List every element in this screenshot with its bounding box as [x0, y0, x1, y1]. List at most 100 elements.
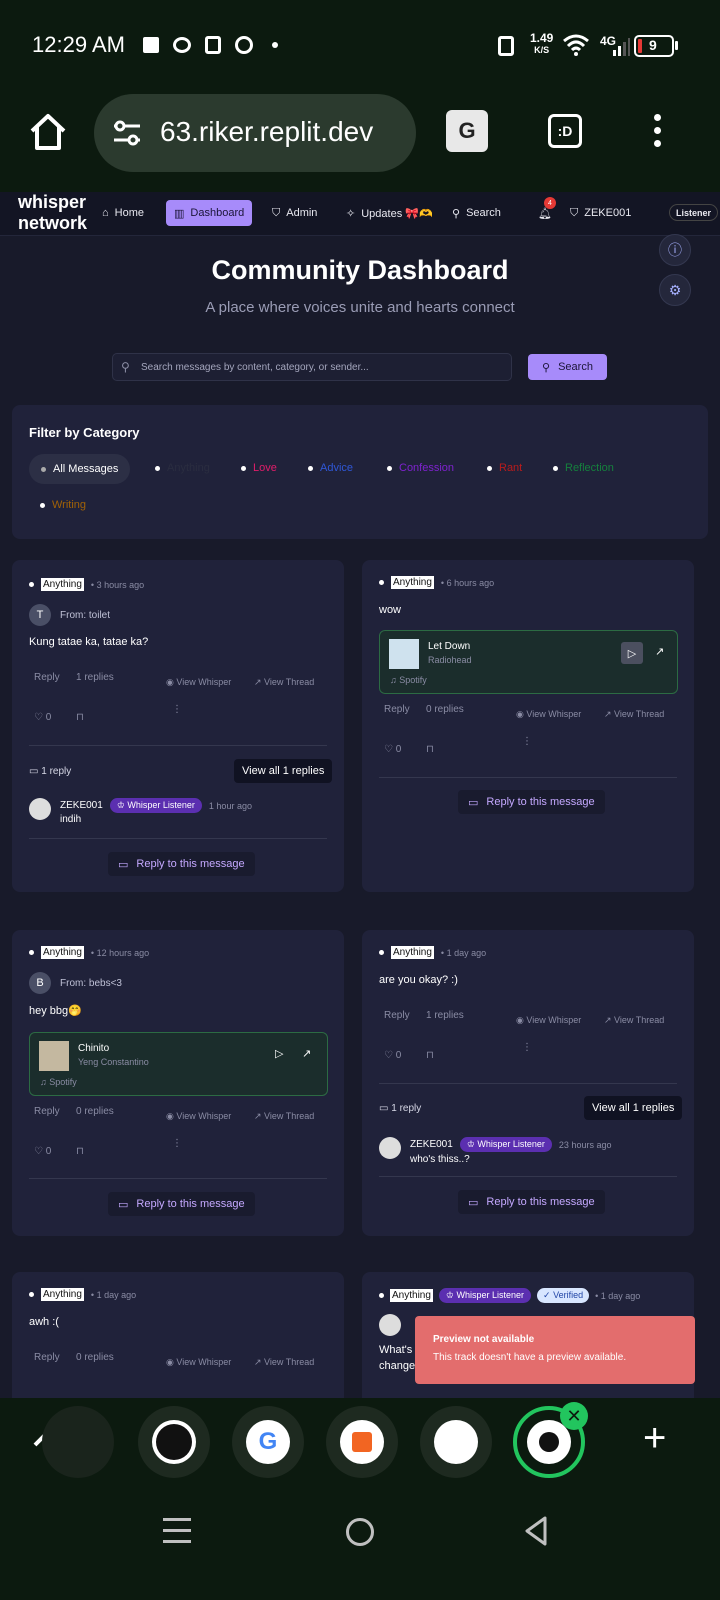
- tab-blank[interactable]: [420, 1406, 492, 1478]
- view-whisper-link[interactable]: ◉ View Whisper: [166, 1357, 231, 1368]
- site-settings-icon[interactable]: [112, 120, 142, 146]
- like-button[interactable]: ♡ 0: [34, 1146, 51, 1157]
- chart-icon: ▥: [174, 207, 185, 220]
- category-love[interactable]: Love: [241, 462, 277, 474]
- category-dot: [553, 465, 558, 471]
- spotify-embed: Chinito Yeng Constantino ▷ ↗ ♫ Spotify: [29, 1032, 328, 1096]
- view-thread-link[interactable]: ↗ View Thread: [254, 1111, 314, 1122]
- view-whisper-link[interactable]: ◉ View Whisper: [166, 677, 231, 688]
- home-nav-button-icon[interactable]: [346, 1518, 374, 1546]
- category-writing[interactable]: Writing: [40, 499, 86, 511]
- reply-to-message-button[interactable]: ▭ Reply to this message: [108, 852, 255, 876]
- spotify-text: Spotify: [49, 1077, 77, 1087]
- notifications-button[interactable]: 🔔︎ 4: [538, 197, 556, 226]
- view-thread-link[interactable]: ↗ View Thread: [254, 677, 314, 688]
- home-icon[interactable]: [28, 112, 68, 152]
- view-whisper-link[interactable]: ◉ View Whisper: [516, 1015, 581, 1026]
- net-speed: 1.49 K/S: [530, 32, 553, 56]
- user-menu[interactable]: ⛉ ZEKE001: [570, 200, 631, 226]
- address-bar[interactable]: 63.riker.replit.dev: [94, 94, 416, 172]
- view-all-replies-button[interactable]: View all 1 replies: [584, 1096, 683, 1120]
- category-dot: [487, 465, 492, 471]
- close-tab-icon[interactable]: ✕: [560, 1402, 588, 1430]
- more-options-icon[interactable]: ⋮: [172, 1138, 182, 1149]
- view-whisper-link[interactable]: ◉ View Whisper: [516, 709, 581, 720]
- battery-percent: 9: [649, 37, 657, 53]
- like-button[interactable]: ♡ 0: [384, 1050, 401, 1061]
- search-input-icon: ⚲: [121, 360, 130, 374]
- nav-updates[interactable]: ✧ Updates 🎀🫶: [346, 200, 433, 226]
- bookmark-icon[interactable]: ⊓: [426, 1050, 434, 1061]
- view-whisper-link[interactable]: ◉ View Whisper: [166, 1111, 231, 1122]
- comment-icon: ▭: [379, 1103, 392, 1114]
- web-content: whisper network ⌂ Home ▥ Dashboard ⛉ Admin …: [0, 192, 720, 1424]
- reply-to-message-button[interactable]: ▭ Reply to this message: [458, 1190, 605, 1214]
- verified-badge: ✓ Verified: [537, 1288, 590, 1303]
- search-input[interactable]: ⚲ Search messages by content, category, …: [112, 353, 512, 381]
- status-time: 12:29 AM: [32, 32, 125, 57]
- reply-link[interactable]: Reply: [34, 672, 60, 683]
- more-options-icon[interactable]: ⋮: [522, 1042, 532, 1053]
- category-dot: [387, 465, 392, 471]
- search-button[interactable]: ⚲ Search: [528, 354, 607, 380]
- like-button[interactable]: ♡ 0: [384, 744, 401, 755]
- translate-icon[interactable]: G: [446, 110, 488, 152]
- category-confession[interactable]: Confession: [387, 462, 454, 474]
- reply-link[interactable]: Reply: [34, 1352, 60, 1363]
- category-reflection[interactable]: Reflection: [553, 462, 614, 474]
- tab-spotify[interactable]: [138, 1406, 210, 1478]
- recents-icon[interactable]: [163, 1518, 191, 1543]
- nav-search[interactable]: ⚲ Search: [452, 200, 501, 226]
- more-options-icon[interactable]: ⋮: [172, 704, 182, 715]
- nav-admin[interactable]: ⛉ Admin: [272, 200, 317, 226]
- message-icon: ▭: [468, 1196, 479, 1209]
- open-external-icon[interactable]: ↗: [302, 1047, 311, 1060]
- tab-partial[interactable]: [42, 1406, 114, 1478]
- message-text: hey bbg🤭: [29, 1005, 82, 1017]
- tabs-button[interactable]: :D: [548, 114, 582, 148]
- category-rant[interactable]: Rant: [487, 462, 522, 474]
- page-subtitle: A place where voices unite and hearts co…: [205, 299, 515, 316]
- thread-count-label: 1 reply: [391, 1103, 422, 1114]
- sender-label: From: toilet: [60, 609, 111, 621]
- category-all[interactable]: All Messages: [29, 454, 131, 484]
- bookmark-icon[interactable]: ⊓: [76, 712, 84, 723]
- open-external-icon[interactable]: ↗: [655, 645, 664, 658]
- nav-home[interactable]: ⌂ Home: [102, 200, 144, 226]
- reply-to-message-button[interactable]: ▭ Reply to this message: [108, 1192, 255, 1216]
- reply-to-message-button[interactable]: ▭ Reply to this message: [458, 790, 605, 814]
- play-icon[interactable]: ▷: [621, 642, 643, 664]
- like-button[interactable]: ♡ 0: [34, 712, 51, 723]
- view-whisper-label: View Whisper: [176, 1111, 232, 1121]
- card-meta: Anything • 6 hours ago: [379, 576, 494, 589]
- message-text-line2: change: [379, 1360, 416, 1372]
- tab-google[interactable]: G: [232, 1406, 304, 1478]
- play-icon[interactable]: ▷: [275, 1047, 283, 1060]
- user-name: ZEKE001: [584, 207, 632, 219]
- avatar: B: [29, 972, 51, 994]
- reply-count: 1 replies: [76, 672, 114, 683]
- url-text[interactable]: 63.riker.replit.dev: [160, 116, 373, 148]
- nav-dashboard[interactable]: ▥ Dashboard: [166, 200, 253, 226]
- reply-link[interactable]: Reply: [384, 704, 410, 715]
- view-all-replies-button[interactable]: View all 1 replies: [234, 759, 333, 783]
- more-menu-icon[interactable]: [654, 114, 662, 147]
- more-options-icon[interactable]: ⋮: [522, 736, 532, 747]
- view-thread-link[interactable]: ↗ View Thread: [254, 1357, 314, 1368]
- back-icon[interactable]: [524, 1516, 548, 1546]
- view-thread-link[interactable]: ↗ View Thread: [604, 709, 664, 720]
- toast-notification[interactable]: Preview not available This track doesn't…: [415, 1316, 695, 1384]
- reply-link[interactable]: Reply: [34, 1106, 60, 1117]
- system-navigation-bar: [0, 1498, 720, 1600]
- blank-tab-icon: [434, 1420, 478, 1464]
- site-logo[interactable]: whisper network: [18, 192, 98, 234]
- bookmark-icon[interactable]: ⊓: [426, 744, 434, 755]
- view-thread-link[interactable]: ↗ View Thread: [604, 1015, 664, 1026]
- bookmark-icon[interactable]: ⊓: [76, 1146, 84, 1157]
- category-advice[interactable]: Advice: [308, 462, 353, 474]
- reply-text: indih: [60, 814, 82, 825]
- category-anything[interactable]: Anything: [155, 462, 210, 474]
- tab-app[interactable]: [326, 1406, 398, 1478]
- new-tab-plus-icon[interactable]: +: [643, 1418, 666, 1458]
- reply-link[interactable]: Reply: [384, 1010, 410, 1021]
